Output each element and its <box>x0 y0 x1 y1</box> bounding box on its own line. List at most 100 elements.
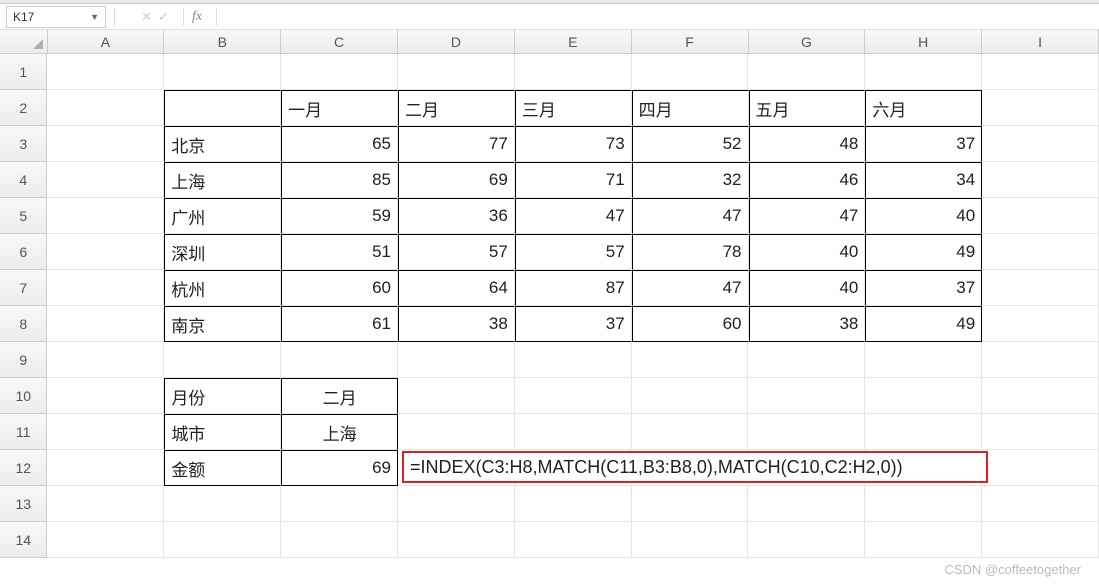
row-header[interactable]: 11 <box>0 414 47 450</box>
cell[interactable] <box>865 342 982 378</box>
cell[interactable] <box>515 378 632 414</box>
cell[interactable]: 五月 <box>749 90 866 126</box>
cell[interactable] <box>47 270 164 306</box>
cell[interactable] <box>281 54 398 90</box>
cell[interactable] <box>632 378 749 414</box>
cell[interactable] <box>982 126 1099 162</box>
cell[interactable] <box>748 54 865 90</box>
cell[interactable]: 78 <box>632 234 749 270</box>
row-header[interactable]: 13 <box>0 486 47 522</box>
cell[interactable] <box>865 54 982 90</box>
cell[interactable] <box>398 414 515 450</box>
cell[interactable] <box>164 342 281 378</box>
spreadsheet-grid[interactable]: A B C D E F G H I 1 2 一月 二月 三月 四 <box>0 30 1099 558</box>
cell[interactable]: 月份 <box>164 378 281 414</box>
cell[interactable] <box>47 486 164 522</box>
cell[interactable] <box>398 342 515 378</box>
cell[interactable] <box>47 90 164 126</box>
cell[interactable] <box>515 54 632 90</box>
cell[interactable]: 46 <box>749 162 866 198</box>
cell[interactable] <box>982 414 1099 450</box>
cell[interactable] <box>865 414 982 450</box>
cell[interactable]: 34 <box>865 162 982 198</box>
name-box[interactable]: K17 ▼ <box>6 6 106 28</box>
cell[interactable]: 85 <box>281 162 398 198</box>
col-header-D[interactable]: D <box>398 30 515 54</box>
cell[interactable]: 杭州 <box>164 270 281 306</box>
cell[interactable]: 49 <box>865 234 982 270</box>
cell[interactable]: 87 <box>515 270 632 306</box>
cell[interactable]: 77 <box>398 126 515 162</box>
cell[interactable] <box>982 522 1099 558</box>
cell[interactable] <box>164 90 281 126</box>
cell[interactable]: 49 <box>865 306 982 342</box>
row-header[interactable]: 3 <box>0 126 47 162</box>
row-header[interactable]: 8 <box>0 306 47 342</box>
row-header[interactable]: 12 <box>0 450 47 486</box>
cell[interactable]: 四月 <box>632 90 749 126</box>
cell[interactable]: 59 <box>281 198 398 234</box>
col-header-F[interactable]: F <box>632 30 749 54</box>
row-header[interactable]: 9 <box>0 342 47 378</box>
cell[interactable]: 40 <box>749 270 866 306</box>
cell[interactable]: 61 <box>281 306 398 342</box>
col-header-E[interactable]: E <box>515 30 632 54</box>
cell[interactable]: 65 <box>281 126 398 162</box>
cell[interactable] <box>515 522 632 558</box>
cell[interactable] <box>47 342 164 378</box>
cell[interactable] <box>632 342 749 378</box>
cell[interactable] <box>164 522 281 558</box>
cell[interactable] <box>982 234 1099 270</box>
cell[interactable] <box>47 162 164 198</box>
cell[interactable]: 二月 <box>398 90 515 126</box>
cell[interactable] <box>632 414 749 450</box>
cell[interactable]: 47 <box>749 198 866 234</box>
cell[interactable]: 69 <box>398 162 515 198</box>
cell[interactable]: 38 <box>398 306 515 342</box>
cell[interactable] <box>47 198 164 234</box>
select-all-corner[interactable] <box>0 30 48 54</box>
cell[interactable]: 六月 <box>865 90 982 126</box>
cell[interactable]: 40 <box>865 198 982 234</box>
row-header[interactable]: 1 <box>0 54 47 90</box>
cell[interactable] <box>164 54 281 90</box>
cell[interactable]: 51 <box>281 234 398 270</box>
cell[interactable]: 69 <box>281 450 398 486</box>
cell[interactable] <box>982 270 1099 306</box>
col-header-C[interactable]: C <box>281 30 398 54</box>
check-icon[interactable]: ✓ <box>158 9 169 25</box>
cell[interactable] <box>398 522 515 558</box>
col-header-G[interactable]: G <box>749 30 866 54</box>
cell[interactable] <box>398 486 515 522</box>
cell[interactable] <box>982 90 1099 126</box>
cell[interactable]: 47 <box>515 198 632 234</box>
row-header[interactable]: 4 <box>0 162 47 198</box>
cell[interactable] <box>982 306 1099 342</box>
cell[interactable] <box>281 522 398 558</box>
cell[interactable] <box>982 198 1099 234</box>
col-header-B[interactable]: B <box>164 30 281 54</box>
cell[interactable] <box>164 486 281 522</box>
cell[interactable] <box>47 234 164 270</box>
cell[interactable]: 71 <box>515 162 632 198</box>
cell[interactable] <box>281 486 398 522</box>
cell[interactable]: 60 <box>281 270 398 306</box>
cell[interactable]: 城市 <box>164 414 281 450</box>
cell[interactable]: 一月 <box>281 90 398 126</box>
row-header[interactable]: 2 <box>0 90 47 126</box>
cell[interactable]: 上海 <box>281 414 398 450</box>
cell[interactable] <box>982 486 1099 522</box>
cell[interactable] <box>515 342 632 378</box>
cell[interactable] <box>47 126 164 162</box>
cell[interactable] <box>47 414 164 450</box>
cell[interactable] <box>632 522 749 558</box>
cell[interactable]: 73 <box>515 126 632 162</box>
cell[interactable]: 36 <box>398 198 515 234</box>
col-header-I[interactable]: I <box>982 30 1099 54</box>
cell[interactable] <box>865 522 982 558</box>
cell[interactable]: 60 <box>632 306 749 342</box>
cell[interactable]: 37 <box>515 306 632 342</box>
cell[interactable]: 北京 <box>164 126 281 162</box>
cell[interactable] <box>865 378 982 414</box>
cell[interactable]: 二月 <box>281 378 398 414</box>
